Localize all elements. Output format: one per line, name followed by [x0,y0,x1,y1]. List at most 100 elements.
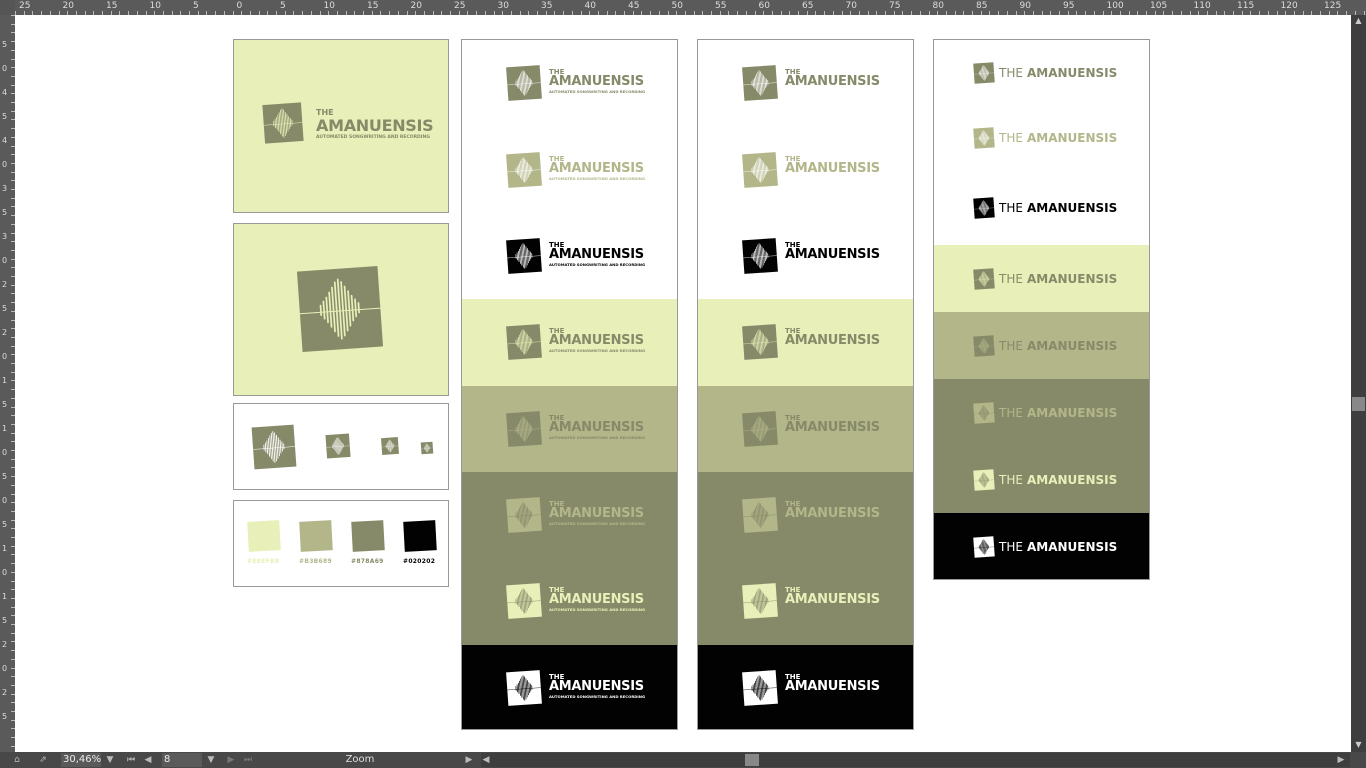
inline-logo-the: THE [999,271,1023,286]
inline-logo-variant-band: THE AMANUENSIS [934,40,1149,105]
horizontal-scroll-thumb[interactable] [745,754,759,766]
zoom-input[interactable]: 30,46% [61,753,101,767]
logo-variant-band: THE AMANUENSIS AUTOMATED SONGWRITING AND R… [462,644,677,729]
ruler-label: 1 [2,376,8,385]
logo-mark [972,334,996,358]
logo-variant-band: THE AMANUENSIS AUTOMATED SONGWRITING AND R… [462,299,677,386]
scroll-up-arrow[interactable]: ▲ [1351,15,1366,27]
ruler-label: 55 [715,1,727,11]
ruler-label: 30 [497,1,509,11]
logo-mark [740,322,780,362]
ruler-label: 2 [2,280,8,289]
scroll-down-arrow[interactable]: ▼ [1351,739,1366,751]
status-bar: ⌂ ⇗ 30,46% ▼ ⏮ ◀ 8 ▼ ▶ ⏭ Zoom ▶ ◀ ▶ [0,752,1366,768]
logo-name: AMANUENSIS [785,246,880,262]
ruler-label: 0 [2,496,8,505]
ruler-label: 0 [2,664,8,673]
inline-logo-variant-band: THE AMANUENSIS [934,513,1149,579]
artboard-logo-variants-tagline: THE AMANUENSIS AUTOMATED SONGWRITING AND R… [461,39,678,730]
color-swatch-label: #020202 [403,558,436,565]
logo-name: AMANUENSIS [785,74,880,90]
inline-logo-variant-band: THE AMANUENSIS [934,446,1149,513]
logo-mark-size-4 [420,440,434,455]
horizontal-scrollbar[interactable]: ◀ ▶ [481,753,1350,767]
color-swatch [351,520,385,552]
artboard-color-palette: #E8EFB8 #B3B689 #878A69 #020202 [233,500,449,587]
ruler-label: 4 [2,136,8,145]
logo-variant-band: THE AMANUENSIS AUTOMATED SONGWRITING AND R… [462,558,677,645]
preview-mode-icon[interactable]: ⌂ [6,754,28,766]
logo-name: AMANUENSIS [549,678,644,694]
artboard-logo-on-cream: THE AMANUENSIS AUTOMATED SONGWRITING AND… [233,39,449,213]
ruler-corner[interactable] [0,0,15,15]
first-artboard-icon[interactable]: ⏮ [124,754,138,766]
logo-mark [972,196,996,220]
logo-mark [740,581,780,621]
zoom-dropdown-icon[interactable]: ▼ [104,754,116,766]
logo-mark [504,236,544,276]
next-artboard-icon[interactable]: ▶ [226,754,236,766]
inline-logo-name: AMANUENSIS [1027,130,1118,145]
logo-mark [972,468,996,492]
logo-tagline: AUTOMATED SONGWRITING AND RECORDING [549,89,646,95]
ruler-label: 45 [628,1,640,11]
ruler-label: 5 [193,1,199,11]
inline-logo-the: THE [999,200,1023,215]
logo-variant-band: THE AMANUENSIS [698,212,913,300]
previous-artboard-icon[interactable]: ◀ [142,754,154,766]
logo-mark [972,61,996,85]
status-menu-arrow-icon[interactable]: ▶ [464,754,474,766]
inline-logo-the: THE [999,472,1023,487]
vertical-scrollbar[interactable]: ▲ ▼ [1351,15,1366,752]
logo-mark [504,495,544,535]
logo-variant-band: THE AMANUENSIS AUTOMATED SONGWRITING AND R… [462,40,677,127]
logo-variant-band: THE AMANUENSIS [698,40,913,127]
artboard-dropdown-icon[interactable]: ▼ [205,754,217,766]
ruler-label: 70 [845,1,857,11]
ruler-label: 10 [323,1,335,11]
ruler-label: 0 [2,256,8,265]
inline-logo-the: THE [999,540,1023,554]
artboard-number-input[interactable]: 8 [162,753,202,767]
scroll-left-arrow[interactable]: ◀ [481,754,491,766]
logo-mark [504,150,544,190]
ruler-label: 85 [976,1,988,11]
document-canvas[interactable]: THE AMANUENSIS AUTOMATED SONGWRITING AND… [15,15,1351,752]
logo-mark [740,495,780,535]
logo-variant-band: THE AMANUENSIS [698,299,913,386]
ruler-label: 5 [2,616,8,625]
horizontal-ruler[interactable]: 25 20 15 10 5 0 5 10 15 20 25 30 35 40 45 50 55 60 65 70 75 8… [0,0,1366,15]
logo-mark [504,668,544,708]
artboard-icon-on-cream [233,223,449,396]
last-artboard-icon[interactable]: ⏭ [241,754,255,766]
ruler-label: 35 [541,1,553,11]
inline-logo-variant-band: THE AMANUENSIS [934,312,1149,379]
ruler-label: 5 [2,304,8,313]
ruler-label: 1 [2,544,8,553]
ruler-label: 120 [1280,1,1298,11]
logo-tagline: AUTOMATED SONGWRITING AND RECORDING [549,175,646,181]
ruler-label: 5 [2,112,8,121]
logo-mark [972,126,996,150]
inline-logo-name: AMANUENSIS [1027,200,1118,215]
vertical-ruler[interactable]: 50454035302520151050510152025 [0,15,15,752]
inline-logo-the: THE [999,338,1023,353]
ruler-label: 5 [2,40,8,49]
ruler-label: 10 [149,1,161,11]
ruler-label: 0 [2,568,8,577]
export-icon[interactable]: ⇗ [36,754,50,766]
logo-mark-size-1 [249,422,299,472]
color-swatch [403,520,437,552]
vertical-scroll-thumb[interactable] [1352,397,1365,411]
scroll-right-arrow[interactable]: ▶ [1336,754,1346,766]
ruler-label: 75 [889,1,901,11]
logo-name: AMANUENSIS [316,116,434,135]
ruler-label: 80 [932,1,944,11]
logo-name: AMANUENSIS [549,419,644,435]
ruler-label: 65 [802,1,814,11]
logo-variant-band: THE AMANUENSIS [698,471,913,559]
logo-tagline: AUTOMATED SONGWRITING AND RECORDING [549,521,646,527]
ruler-label: 3 [2,232,8,241]
logo-tagline: AUTOMATED SONGWRITING AND RECORDING [549,693,646,699]
logo-tagline: AUTOMATED SONGWRITING AND RECORDING [549,261,646,267]
